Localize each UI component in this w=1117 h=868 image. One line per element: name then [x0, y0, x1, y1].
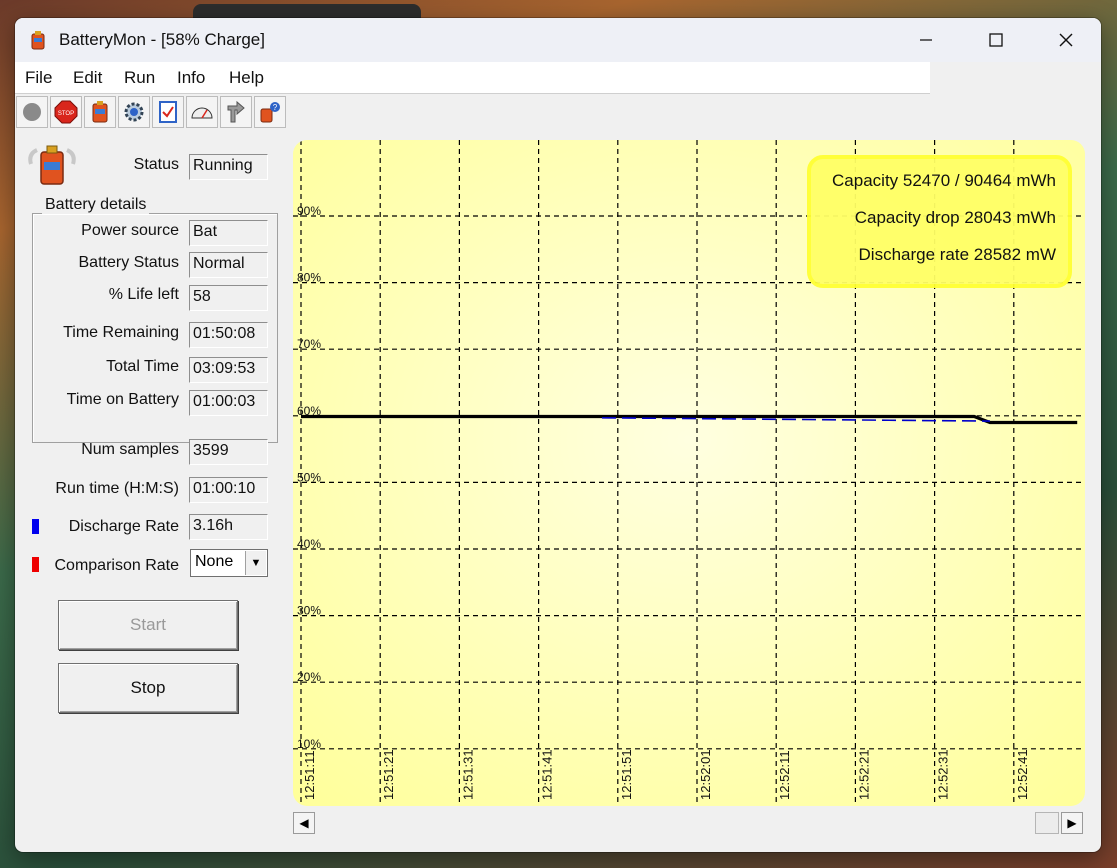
- maximize-button[interactable]: [961, 18, 1031, 62]
- scroll-left-icon[interactable]: ◀: [293, 812, 315, 834]
- battery-chart: 12:51:11 12:51:21 12:51:31 12:51:41 12:51:51…: [293, 140, 1085, 806]
- x-tick-label: 12:52:41: [1015, 749, 1030, 800]
- stop-icon: STOP: [54, 100, 78, 124]
- power-source-field: Bat: [189, 220, 268, 246]
- minimize-button[interactable]: [891, 18, 961, 62]
- comparison-rate-select[interactable]: None ▼: [190, 549, 268, 577]
- close-icon: [1059, 33, 1073, 47]
- menu-edit[interactable]: Edit: [73, 68, 102, 88]
- scroll-right-icon[interactable]: ▶: [1061, 812, 1083, 834]
- minimize-icon: [920, 39, 932, 41]
- pointer-icon: [227, 100, 245, 123]
- y-tick-label: 60%: [297, 404, 321, 418]
- x-tick-label: 12:52:31: [936, 749, 951, 800]
- battery-button[interactable]: [84, 96, 116, 128]
- chart-scrollbar[interactable]: ◀ ▶: [293, 812, 1085, 836]
- info-discharge-rate: Discharge rate 28582 mW: [859, 245, 1056, 264]
- record-icon: [23, 103, 41, 121]
- menu-info[interactable]: Info: [177, 68, 205, 88]
- num-samples-label: Num samples: [81, 441, 179, 458]
- battery-icon: [92, 101, 108, 123]
- total-time-field: 03:09:53: [189, 357, 268, 383]
- time-on-battery-label: Time on Battery: [66, 391, 179, 408]
- chart-svg: 12:51:11 12:51:21 12:51:31 12:51:41 12:51:51…: [293, 140, 1085, 806]
- gauge-icon: [191, 107, 213, 119]
- info-capacity-drop: Capacity drop 28043 mWh: [855, 208, 1056, 227]
- help-icon: ?: [260, 102, 280, 123]
- comparison-legend-swatch: [32, 557, 39, 572]
- pointer-button[interactable]: [220, 96, 252, 128]
- x-tick-label: 12:51:21: [381, 749, 396, 800]
- checklist-icon: [159, 101, 177, 123]
- y-tick-label: 10%: [297, 737, 321, 751]
- close-button[interactable]: [1031, 18, 1101, 62]
- run-time-field: 01:00:10: [189, 477, 268, 503]
- y-tick-label: 90%: [297, 204, 321, 218]
- power-source-label: Power source: [81, 222, 179, 239]
- svg-text:?: ?: [273, 103, 278, 112]
- stop-toolbar-button[interactable]: STOP: [50, 96, 82, 128]
- menu-help[interactable]: Help: [229, 68, 264, 88]
- y-tick-label: 40%: [297, 537, 321, 551]
- y-tick-label: 20%: [297, 670, 321, 684]
- discharge-legend-swatch: [32, 519, 39, 534]
- settings-button[interactable]: [118, 96, 150, 128]
- battery-logo-icon: [27, 142, 77, 188]
- x-tick-label: 12:51:41: [540, 749, 555, 800]
- battery-details-title: Battery details: [42, 196, 150, 214]
- x-tick-label: 12:51:31: [460, 749, 475, 800]
- status-label: Status: [133, 156, 179, 173]
- discharge-rate-label: Discharge Rate: [68, 518, 179, 535]
- y-tick-label: 80%: [297, 271, 321, 285]
- scroll-thumb[interactable]: [1035, 812, 1059, 834]
- x-tick-label: 12:52:11: [777, 750, 792, 800]
- menu-bar: File Edit Run Info Help: [15, 62, 930, 94]
- x-tick-label: 12:52:01: [698, 749, 713, 800]
- info-capacity: Capacity 52470 / 90464 mWh: [832, 171, 1056, 190]
- settings-icon: [124, 102, 144, 122]
- window-title: BatteryMon - [58% Charge]: [59, 30, 265, 49]
- dropdown-arrow-icon[interactable]: ▼: [245, 551, 266, 575]
- x-tick-label: 12:52:21: [856, 749, 871, 800]
- x-tick-label: 12:51:11: [302, 750, 317, 800]
- app-battery-icon: [27, 29, 49, 51]
- num-samples-field: 3599: [189, 439, 268, 465]
- start-button[interactable]: Start: [58, 600, 238, 650]
- comparison-rate-value: None: [195, 553, 234, 570]
- gauge-button[interactable]: [186, 96, 218, 128]
- menu-file[interactable]: File: [25, 68, 52, 88]
- time-remaining-label: Time Remaining: [63, 324, 179, 341]
- y-tick-label: 50%: [297, 470, 321, 484]
- svg-text:STOP: STOP: [58, 111, 74, 117]
- battery-status-label: Battery Status: [78, 254, 180, 271]
- title-bar: BatteryMon - [58% Charge]: [15, 18, 1101, 62]
- discharge-rate-field: 3.16h: [189, 514, 268, 540]
- total-time-label: Total Time: [106, 358, 179, 375]
- info-box: Capacity 52470 / 90464 mWh Capacity drop…: [807, 155, 1072, 288]
- time-remaining-field: 01:50:08: [189, 322, 268, 348]
- x-tick-label: 12:51:51: [619, 749, 634, 800]
- comparison-rate-label: Comparison Rate: [54, 557, 180, 574]
- menu-run[interactable]: Run: [124, 68, 155, 88]
- life-left-field: 58: [189, 285, 268, 311]
- status-field: Running: [189, 154, 268, 180]
- y-tick-label: 70%: [297, 337, 321, 351]
- time-on-battery-field: 01:00:03: [189, 390, 268, 416]
- batterymon-window: BatteryMon - [58% Charge] File Edit Run …: [15, 18, 1101, 852]
- help-button[interactable]: ?: [254, 96, 286, 128]
- life-left-label: % Life left: [108, 286, 179, 303]
- stop-button[interactable]: Stop: [58, 663, 238, 713]
- run-time-label: Run time (H:M:S): [55, 480, 179, 497]
- battery-status-field: Normal: [189, 252, 268, 278]
- maximize-icon: [989, 33, 1003, 47]
- checklist-button[interactable]: [152, 96, 184, 128]
- record-button[interactable]: [16, 96, 48, 128]
- y-tick-label: 30%: [297, 604, 321, 618]
